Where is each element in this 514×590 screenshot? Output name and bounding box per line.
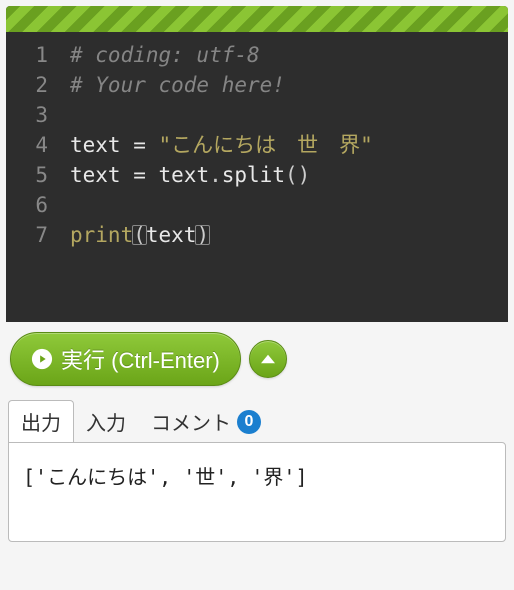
code-variable: text xyxy=(146,223,197,247)
line-number: 1 xyxy=(6,40,48,70)
line-number: 4 xyxy=(6,130,48,160)
tab-input[interactable]: 入力 xyxy=(73,400,139,442)
editor-decorative-bar xyxy=(6,6,508,32)
code-variable: text xyxy=(70,163,121,187)
code-editor: 1 2 3 4 5 6 7 # coding: utf-8 # Your cod… xyxy=(6,6,508,322)
comment-count-badge: 0 xyxy=(237,410,261,434)
tab-label: 出力 xyxy=(21,407,61,436)
code-builtin: print xyxy=(70,223,133,247)
code-parens: () xyxy=(285,163,310,187)
tab-label: 入力 xyxy=(86,407,126,436)
code-string: "こんにちは 世 界" xyxy=(159,133,373,157)
code-punct: . xyxy=(209,163,222,187)
code-content[interactable]: # coding: utf-8 # Your code here! text =… xyxy=(66,40,508,262)
play-circle-icon xyxy=(31,348,53,370)
code-operator: = xyxy=(121,163,159,187)
tab-comment[interactable]: コメント 0 xyxy=(138,400,274,442)
line-number: 5 xyxy=(6,160,48,190)
line-number: 6 xyxy=(6,190,48,220)
line-number: 7 xyxy=(6,220,48,250)
tab-output[interactable]: 出力 xyxy=(8,400,74,442)
line-number: 3 xyxy=(6,100,48,130)
run-button[interactable]: 実行 (Ctrl-Enter) xyxy=(10,332,241,386)
output-panel: ['こんにちは', '世', '界'] xyxy=(8,442,506,542)
code-comment: # coding: utf-8 xyxy=(70,43,260,67)
code-operator: = xyxy=(121,133,159,157)
code-paren-close: ) xyxy=(196,223,209,247)
run-button-label: 実行 (Ctrl-Enter) xyxy=(61,343,220,375)
output-text: ['こんにちは', '世', '界'] xyxy=(23,465,308,489)
code-method: split xyxy=(222,163,285,187)
line-number: 2 xyxy=(6,70,48,100)
code-area[interactable]: 1 2 3 4 5 6 7 # coding: utf-8 # Your cod… xyxy=(6,32,508,322)
code-paren-open: ( xyxy=(133,223,146,247)
output-tabs: 出力 入力 コメント 0 xyxy=(6,400,508,442)
code-comment: # Your code here! xyxy=(70,73,285,97)
run-options-toggle[interactable] xyxy=(249,340,287,378)
run-controls: 実行 (Ctrl-Enter) xyxy=(6,322,508,396)
tab-label: コメント xyxy=(151,407,231,436)
chevron-up-icon xyxy=(261,352,275,366)
code-variable: text xyxy=(159,163,210,187)
code-variable: text xyxy=(70,133,121,157)
line-number-gutter: 1 2 3 4 5 6 7 xyxy=(6,40,66,262)
